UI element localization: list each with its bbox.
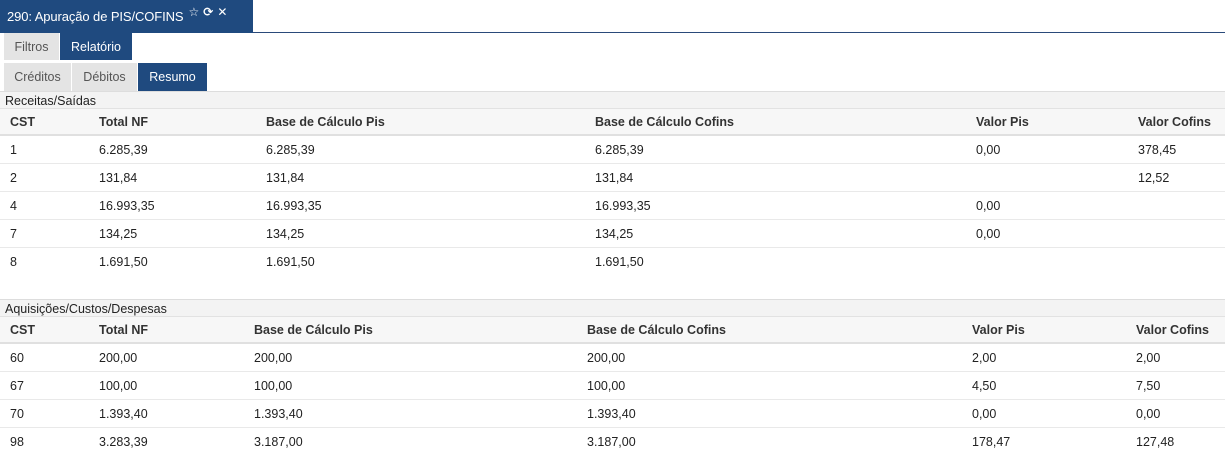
tab-relatorio-label: Relatório (70, 39, 122, 54)
col-cst[interactable]: CST (10, 109, 35, 136)
cell-total-nf: 134,25 (99, 227, 138, 241)
tab-relatorio[interactable]: Relatório (60, 33, 132, 60)
receitas-table-body: 1 6.285,39 6.285,39 6.285,39 0,00 378,45… (0, 136, 1225, 276)
cell-valor-pis: 0,00 (972, 407, 997, 421)
tab-filtros-label: Filtros (14, 39, 49, 54)
receitas-section-title: Receitas/Saídas (0, 91, 1225, 109)
table-row[interactable]: 7 134,25 134,25 134,25 0,00 (0, 220, 1225, 248)
cell-base-pis: 1.691,50 (266, 255, 315, 269)
cell-total-nf: 6.285,39 (99, 143, 148, 157)
summary-tabs: Créditos Débitos Resumo (0, 63, 1225, 91)
report-tabs: Filtros Relatório (0, 33, 1225, 60)
window-tab[interactable]: 290: Apuração de PIS/COFINS ☆ ⟳ ✕ (0, 0, 253, 33)
refresh-icon[interactable]: ⟳ (203, 6, 213, 18)
cell-base-pis: 131,84 (266, 171, 305, 185)
cell-total-nf: 16.993,35 (99, 199, 155, 213)
cell-total-nf: 200,00 (99, 351, 138, 365)
cell-total-nf: 131,84 (99, 171, 138, 185)
receitas-section: Receitas/Saídas CST Total NF Base de Cál… (0, 91, 1225, 276)
tab-creditos[interactable]: Créditos (4, 63, 71, 91)
cell-total-nf: 1.691,50 (99, 255, 148, 269)
col-base-cofins[interactable]: Base de Cálculo Cofins (595, 109, 734, 136)
cell-cst: 2 (10, 171, 17, 185)
cell-base-pis: 3.187,00 (254, 435, 303, 449)
cell-total-nf: 1.393,40 (99, 407, 148, 421)
cell-base-cofins: 131,84 (595, 171, 634, 185)
table-row[interactable]: 70 1.393,40 1.393,40 1.393,40 0,00 0,00 (0, 400, 1225, 428)
cell-cst: 4 (10, 199, 17, 213)
cell-base-cofins: 16.993,35 (595, 199, 651, 213)
col-base-cofins[interactable]: Base de Cálculo Cofins (587, 317, 726, 344)
tab-filtros[interactable]: Filtros (4, 33, 59, 60)
table-row[interactable]: 98 3.283,39 3.187,00 3.187,00 178,47 127… (0, 428, 1225, 456)
cell-base-pis: 134,25 (266, 227, 305, 241)
cell-valor-cofins: 7,50 (1136, 379, 1161, 393)
cell-cst: 60 (10, 351, 24, 365)
cell-base-pis: 100,00 (254, 379, 293, 393)
cell-valor-pis: 0,00 (976, 199, 1001, 213)
cell-base-cofins: 6.285,39 (595, 143, 644, 157)
col-valor-pis[interactable]: Valor Pis (972, 317, 1025, 344)
table-row[interactable]: 67 100,00 100,00 100,00 4,50 7,50 (0, 372, 1225, 400)
cell-valor-pis: 4,50 (972, 379, 997, 393)
table-row[interactable]: 8 1.691,50 1.691,50 1.691,50 (0, 248, 1225, 276)
cell-cst: 98 (10, 435, 24, 449)
cell-valor-cofins: 378,45 (1138, 143, 1177, 157)
cell-base-pis: 16.993,35 (266, 199, 322, 213)
aquisicoes-section-title: Aquisições/Custos/Despesas (0, 299, 1225, 317)
col-base-pis[interactable]: Base de Cálculo Pis (266, 109, 385, 136)
cell-total-nf: 3.283,39 (99, 435, 148, 449)
col-total-nf[interactable]: Total NF (99, 317, 148, 344)
cell-cst: 8 (10, 255, 17, 269)
col-valor-pis[interactable]: Valor Pis (976, 109, 1029, 136)
cell-valor-pis: 178,47 (972, 435, 1011, 449)
cell-valor-pis: 0,00 (976, 227, 1001, 241)
cell-valor-pis: 2,00 (972, 351, 997, 365)
tab-debitos-label: Débitos (83, 70, 126, 84)
cell-base-pis: 1.393,40 (254, 407, 303, 421)
cell-base-cofins: 1.393,40 (587, 407, 636, 421)
cell-valor-pis: 0,00 (976, 143, 1001, 157)
cell-base-cofins: 200,00 (587, 351, 626, 365)
table-row[interactable]: 4 16.993,35 16.993,35 16.993,35 0,00 (0, 192, 1225, 220)
cell-total-nf: 100,00 (99, 379, 138, 393)
cell-base-cofins: 134,25 (595, 227, 634, 241)
cell-base-pis: 6.285,39 (266, 143, 315, 157)
cell-valor-cofins: 12,52 (1138, 171, 1170, 185)
cell-base-cofins: 3.187,00 (587, 435, 636, 449)
cell-base-cofins: 100,00 (587, 379, 626, 393)
star-icon[interactable]: ☆ (189, 6, 200, 18)
window-tab-bar: 290: Apuração de PIS/COFINS ☆ ⟳ ✕ (0, 0, 1225, 33)
col-valor-cofins[interactable]: Valor Cofins (1138, 109, 1211, 136)
cell-base-pis: 200,00 (254, 351, 293, 365)
tab-resumo[interactable]: Resumo (138, 63, 207, 91)
aquisicoes-table-header: CST Total NF Base de Cálculo Pis Base de… (0, 317, 1225, 344)
cell-base-cofins: 1.691,50 (595, 255, 644, 269)
cell-valor-cofins: 2,00 (1136, 351, 1161, 365)
window-tab-icons: ☆ ⟳ ✕ (189, 6, 232, 18)
receitas-table-header: CST Total NF Base de Cálculo Pis Base de… (0, 109, 1225, 136)
cell-cst: 67 (10, 379, 24, 393)
cell-cst: 1 (10, 143, 17, 157)
tab-creditos-label: Créditos (14, 70, 61, 84)
cell-valor-cofins: 0,00 (1136, 407, 1161, 421)
tab-resumo-label: Resumo (149, 70, 196, 84)
tab-debitos[interactable]: Débitos (72, 63, 137, 91)
cell-valor-cofins: 127,48 (1136, 435, 1175, 449)
table-row[interactable]: 60 200,00 200,00 200,00 2,00 2,00 (0, 344, 1225, 372)
table-row[interactable]: 1 6.285,39 6.285,39 6.285,39 0,00 378,45 (0, 136, 1225, 164)
col-base-pis[interactable]: Base de Cálculo Pis (254, 317, 373, 344)
aquisicoes-section: Aquisições/Custos/Despesas CST Total NF … (0, 299, 1225, 456)
aquisicoes-table-body: 60 200,00 200,00 200,00 2,00 2,00 67 100… (0, 344, 1225, 456)
col-cst[interactable]: CST (10, 317, 35, 344)
col-valor-cofins[interactable]: Valor Cofins (1136, 317, 1209, 344)
close-icon[interactable]: ✕ (217, 6, 227, 18)
table-row[interactable]: 2 131,84 131,84 131,84 12,52 (0, 164, 1225, 192)
cell-cst: 7 (10, 227, 17, 241)
col-total-nf[interactable]: Total NF (99, 109, 148, 136)
cell-cst: 70 (10, 407, 24, 421)
window-tab-title: 290: Apuração de PIS/COFINS (7, 9, 184, 24)
